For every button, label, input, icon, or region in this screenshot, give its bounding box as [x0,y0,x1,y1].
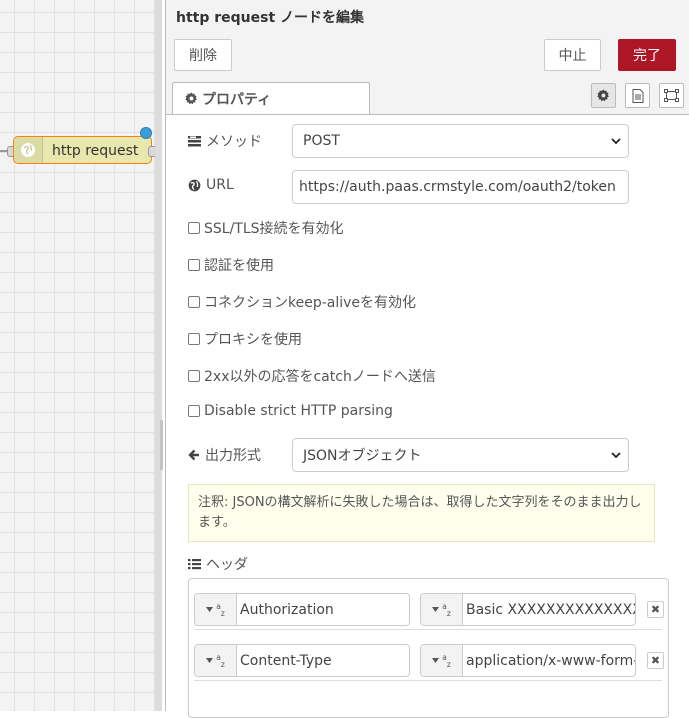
checkbox-row-proxy[interactable]: プロキシを使用 [188,329,302,349]
appearance-icon [664,89,679,102]
remove-header-button[interactable]: ✖ [647,601,664,618]
method-label-text: メソッド [206,134,262,150]
cancel-button[interactable]: 中止 [544,39,601,71]
method-label: メソッド [188,131,262,151]
remove-header-button[interactable]: ✖ [647,652,664,669]
caret-down-icon [432,658,440,663]
strict-parsing-checkbox-label: Disable strict HTTP parsing [204,403,393,419]
url-input[interactable]: https://auth.paas.crmstyle.com/oauth2/to… [292,170,629,204]
header-row: az Content-Type az application/x-www-for… [194,630,664,681]
node-icon-area [14,137,43,163]
auth-checkbox[interactable] [188,259,200,271]
checkbox-row-auth[interactable]: 認証を使用 [188,255,274,275]
tab-description-button[interactable] [625,83,650,108]
headers-label: ヘッダ [188,554,248,574]
close-icon: ✖ [650,654,661,667]
keepalive-checkbox[interactable] [188,296,200,308]
type-selector[interactable]: az [195,645,237,676]
tls-checkbox[interactable] [188,222,200,234]
auth-checkbox-label: 認証を使用 [204,258,274,274]
tray-toolbar: 削除 中止 完了 [166,32,689,79]
tab-appearance-button[interactable] [659,83,684,108]
arrow-left-icon [188,449,199,461]
method-value: POST [303,133,340,149]
type-selector[interactable]: az [421,645,463,676]
done-button[interactable]: 完了 [618,39,676,71]
tray-divider [155,0,162,711]
method-select[interactable]: POST [292,124,629,158]
checkbox-row-keepalive[interactable]: コネクションkeep-aliveを有効化 [188,292,416,312]
caret-down-icon [432,607,440,612]
caret-down-icon [206,658,214,663]
header-value-input[interactable]: az application/x-www-form-urlencoded [420,644,636,677]
header-value-value: application/x-www-form-urlencoded [466,652,635,669]
proxy-checkbox[interactable] [188,333,200,345]
checkbox-row-strict[interactable]: Disable strict HTTP parsing [188,403,393,419]
type-selector[interactable]: az [421,594,463,625]
gear-icon [597,89,609,102]
catch-checkbox-label: 2xx以外の応答をcatchノードへ送信 [204,369,436,385]
proxy-checkbox-label: プロキシを使用 [204,332,302,348]
chevron-down-icon [611,452,621,459]
catch-checkbox[interactable] [188,370,200,382]
list-icon [188,559,201,570]
json-tip: 注釈: JSONの構文解析に失敗した場合は、取得した文字列をそのまま出力します。 [188,484,655,542]
resize-handle[interactable] [160,420,163,470]
list-icon [188,136,201,147]
gear-icon [185,92,197,105]
type-selector[interactable]: az [195,594,237,625]
string-type-icon: az [442,652,451,669]
header-name-value: Authorization [240,601,334,618]
string-type-icon: az [216,652,225,669]
globe-icon [188,179,201,191]
output-select[interactable]: JSONオブジェクト [292,438,629,472]
string-type-icon: az [216,601,225,618]
close-icon: ✖ [650,603,661,616]
output-value: JSONオブジェクト [303,448,422,464]
flow-workspace[interactable]: http request [0,0,162,711]
checkbox-row-catch[interactable]: 2xx以外の応答をcatchノードへ送信 [188,366,436,386]
checkbox-row-tls[interactable]: SSL/TLS接続を有効化 [188,218,344,238]
tray-title: http request ノードを編集 [176,10,365,26]
header-row: az Authorization az Basic XXXXXXXXXXXXXX… [194,579,664,630]
header-name-input[interactable]: az Content-Type [194,644,410,677]
tab-settings-button[interactable] [591,83,616,108]
headers-list: az Authorization az Basic XXXXXXXXXXXXXX… [188,578,669,718]
keepalive-checkbox-label: コネクションkeep-aliveを有効化 [204,295,417,311]
caret-down-icon [206,607,214,612]
header-name-value: Content-Type [240,652,332,669]
node-changed-indicator [140,127,152,139]
http-request-node[interactable]: http request [13,136,152,164]
header-value-value: Basic XXXXXXXXXXXXXXXXXX [466,601,635,618]
node-label: http request [52,143,139,159]
string-type-icon: az [442,601,451,618]
tab-properties-label: プロパティ [202,91,272,108]
delete-button[interactable]: 削除 [174,39,232,71]
output-label-text: 出力形式 [205,448,261,464]
globe-icon [21,143,35,157]
strict-parsing-checkbox[interactable] [188,405,200,417]
tab-properties[interactable]: プロパティ [172,82,370,114]
editor-tray: http request ノードを編集 削除 中止 完了 プロパティ メソッド … [165,0,689,718]
description-icon [632,88,643,103]
url-label-text: URL [206,177,234,193]
tab-bar: プロパティ [166,78,689,115]
tls-checkbox-label: SSL/TLS接続を有効化 [204,221,344,237]
header-value-input[interactable]: az Basic XXXXXXXXXXXXXXXXXX [420,593,636,626]
tray-header: http request ノードを編集 [166,0,689,33]
output-label: 出力形式 [188,445,261,465]
header-name-input[interactable]: az Authorization [194,593,410,626]
chevron-down-icon [611,138,621,145]
headers-label-text: ヘッダ [206,557,248,573]
url-label: URL [188,177,234,193]
